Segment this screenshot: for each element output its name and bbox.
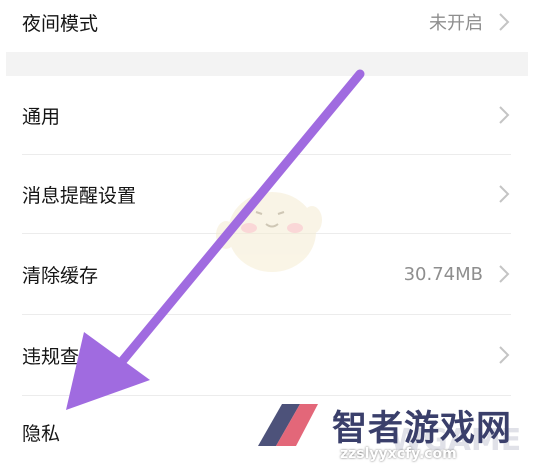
settings-item-value: 未开启	[429, 13, 483, 34]
chevron-right-icon	[497, 184, 511, 204]
chevron-right-icon	[497, 12, 511, 32]
settings-item-label: 消息提醒设置	[22, 184, 137, 207]
settings-item-night-mode[interactable]: 夜间模式 未开启	[0, 0, 533, 44]
chevron-right-icon	[497, 345, 511, 365]
watermark-name: 智者游戏网	[332, 409, 513, 449]
settings-item-value: 30.74MB	[403, 263, 483, 285]
settings-item-label: 通用	[22, 105, 61, 128]
settings-item-violation-query[interactable]: 违规查询	[0, 315, 533, 395]
settings-item-label: 夜间模式	[22, 12, 99, 35]
settings-item-notifications[interactable]: 消息提醒设置	[0, 155, 533, 233]
settings-item-label: 违规查询	[22, 345, 99, 368]
chevron-right-icon	[497, 264, 511, 284]
section-divider	[6, 52, 528, 76]
settings-item-label: 清除缓存	[22, 264, 99, 287]
watermark-url: zzslyyxcfy.com	[340, 446, 457, 462]
chevron-right-icon	[497, 105, 511, 125]
settings-item-general[interactable]: 通用	[0, 76, 533, 154]
settings-item-clear-cache[interactable]: 清除缓存 30.74MB	[0, 234, 533, 314]
